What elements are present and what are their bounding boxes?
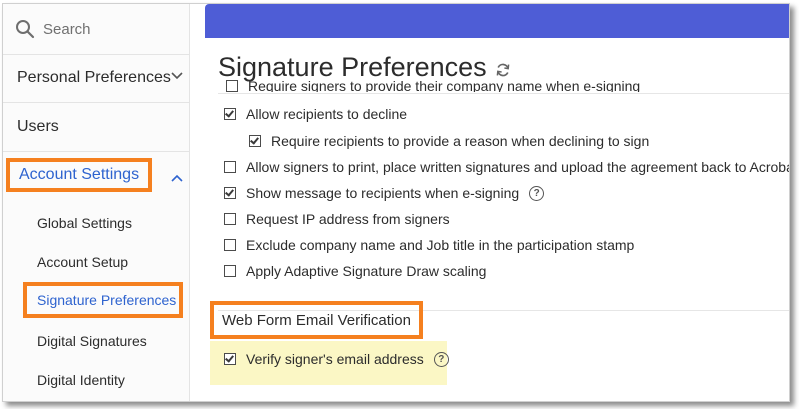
- sidebar-subitem-label: Signature Preferences: [37, 292, 177, 308]
- option-exclude-company-name[interactable]: Exclude company name and Job title in th…: [224, 237, 634, 253]
- partially-scrolled-option: Require signers to provide their company…: [222, 80, 782, 92]
- option-label: Allow recipients to decline: [246, 106, 408, 122]
- sidebar-item-personal-preferences[interactable]: Personal Preferences: [3, 54, 189, 103]
- search-bar[interactable]: [3, 4, 189, 55]
- checkbox[interactable]: [226, 80, 238, 92]
- option-show-message[interactable]: Show message to recipients when e-signin…: [224, 185, 545, 201]
- sidebar-subitem-label: Account Setup: [37, 254, 129, 270]
- option-request-ip[interactable]: Request IP address from signers: [224, 211, 450, 227]
- section-heading: Web Form Email Verification: [222, 311, 411, 329]
- sidebar: Personal Preferences Users Account Setti…: [3, 4, 190, 401]
- option-adaptive-signature[interactable]: Apply Adaptive Signature Draw scaling: [224, 263, 486, 279]
- sidebar-subitem-signature-preferences[interactable]: Signature Preferences: [3, 281, 189, 321]
- top-header-bar: [205, 4, 789, 38]
- checkbox[interactable]: [249, 135, 261, 147]
- sidebar-item-label: Users: [17, 118, 59, 135]
- checkbox[interactable]: [224, 187, 236, 199]
- page-title-text: Signature Preferences: [218, 52, 487, 82]
- sidebar-subitem-digital-identity[interactable]: Digital Identity: [3, 360, 189, 400]
- sidebar-subitem-label: Digital Identity: [37, 372, 125, 388]
- sidebar-item-account-settings[interactable]: Account Settings: [3, 152, 189, 202]
- sidebar-subitem-account-setup[interactable]: Account Setup: [3, 242, 189, 282]
- option-label: Exclude company name and Job title in th…: [246, 237, 635, 253]
- option-allow-decline[interactable]: Allow recipients to decline: [224, 106, 407, 122]
- checkbox[interactable]: [224, 213, 236, 225]
- checkbox[interactable]: [224, 161, 236, 173]
- sidebar-subitem-label: Global Settings: [37, 215, 132, 231]
- app-window: Personal Preferences Users Account Setti…: [2, 3, 790, 402]
- checkbox[interactable]: [224, 239, 236, 251]
- option-label: Require recipients to provide a reason w…: [271, 133, 650, 149]
- option-verify-signer-email[interactable]: Verify signer's email address ?: [224, 351, 449, 367]
- option-label: Apply Adaptive Signature Draw scaling: [246, 263, 487, 279]
- sidebar-subitem-global-settings[interactable]: Global Settings: [3, 203, 189, 243]
- chevron-down-icon[interactable]: [171, 72, 183, 80]
- sidebar-subitem-label: Digital Signatures: [37, 333, 147, 349]
- option-label: Verify signer's email address: [246, 351, 424, 367]
- scroll-divider: [218, 93, 789, 94]
- sidebar-item-label: Account Settings: [19, 166, 140, 183]
- option-label: Allow signers to print, place written si…: [246, 159, 790, 175]
- search-input[interactable]: [43, 20, 163, 38]
- help-icon[interactable]: ?: [433, 351, 449, 367]
- signature-preferences-callout: Signature Preferences: [23, 282, 183, 318]
- refresh-icon[interactable]: [495, 62, 511, 78]
- option-require-company-name[interactable]: Require signers to provide their company…: [226, 80, 640, 92]
- account-settings-callout: Account Settings: [6, 158, 153, 192]
- checkbox[interactable]: [224, 353, 236, 365]
- chevron-up-icon[interactable]: [171, 174, 183, 182]
- web-form-section-callout: Web Form Email Verification: [210, 301, 423, 339]
- option-label: Request IP address from signers: [246, 211, 450, 227]
- option-require-decline-reason[interactable]: Require recipients to provide a reason w…: [249, 133, 649, 149]
- search-icon: [16, 20, 35, 39]
- page-title: Signature Preferences: [218, 52, 511, 83]
- sidebar-item-label: Personal Preferences: [17, 69, 171, 86]
- sidebar-subitem-digital-signatures[interactable]: Digital Signatures: [3, 321, 189, 361]
- checkbox[interactable]: [224, 265, 236, 277]
- checkbox[interactable]: [224, 108, 236, 120]
- option-label: Require signers to provide their company…: [248, 80, 641, 92]
- sidebar-item-users[interactable]: Users: [3, 103, 189, 152]
- option-allow-print-upload[interactable]: Allow signers to print, place written si…: [224, 159, 790, 175]
- option-label: Show message to recipients when e-signin…: [246, 185, 520, 201]
- help-icon[interactable]: ?: [529, 185, 545, 201]
